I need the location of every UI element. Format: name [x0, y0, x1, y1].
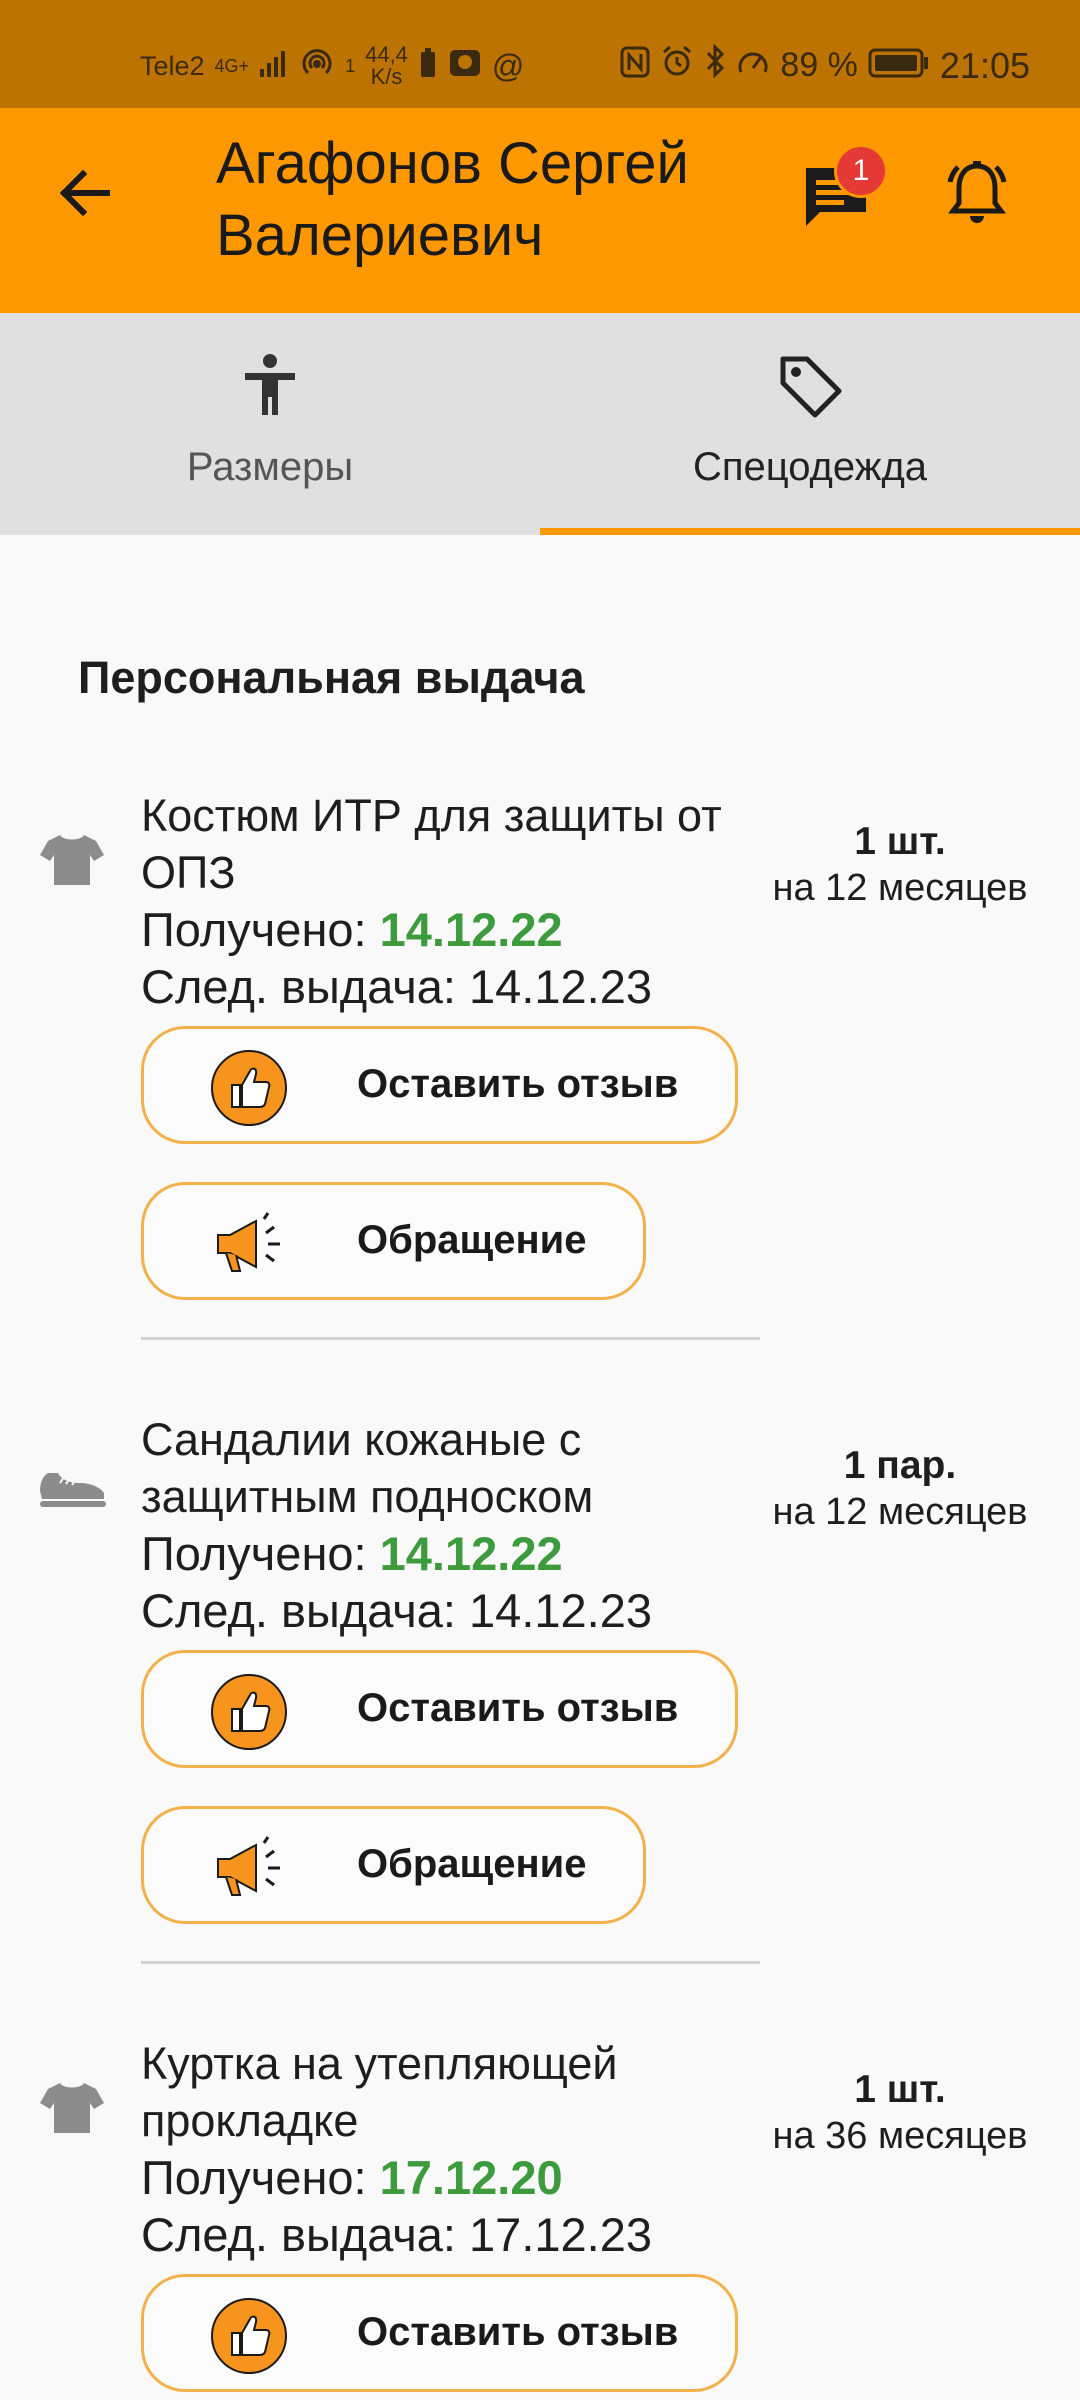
tab-indicator [540, 528, 1080, 535]
speed-unit: K/s [370, 64, 403, 89]
item-name: Сандалии кожаные с защитным подноском [141, 1414, 594, 1522]
next-issue-line: След. выдача: 14.12.23 [141, 1582, 652, 1639]
megaphone-icon [217, 1212, 280, 1272]
alarm-button[interactable] [942, 158, 1012, 230]
hotspot-icon [299, 46, 335, 87]
carrier-label: Tele2 [140, 50, 205, 81]
period: на 12 месяцев [772, 867, 1028, 909]
next-issue-date: 14.12.23 [469, 1584, 652, 1637]
appeal-button-label: Обращение [357, 1842, 587, 1886]
divider [141, 1961, 760, 1964]
received-line: Получено: 14.12.22 [141, 901, 563, 958]
thumbs-up-icon [211, 2298, 287, 2374]
arrow-left-icon [59, 169, 110, 217]
tag-icon [780, 356, 842, 418]
clock: 21:05 [939, 44, 1030, 86]
nfc-icon [620, 45, 650, 87]
tshirt-icon [40, 2083, 104, 2133]
speedometer-icon [736, 45, 770, 87]
battery-percent: 89 % [780, 46, 858, 84]
quantity-block: 1 шт. на 12 месяцев [740, 819, 1060, 911]
received-label: Получено: [141, 1527, 367, 1580]
back-button[interactable] [55, 163, 115, 223]
next-issue-line: След. выдача: 17.12.23 [141, 2206, 652, 2263]
review-button-label: Оставить отзыв [357, 1062, 679, 1106]
tshirt-icon [40, 835, 104, 885]
quantity: 1 шт. [854, 820, 946, 863]
next-issue-date: 17.12.23 [469, 2208, 652, 2261]
section-title: Персональная выдача [78, 652, 585, 703]
appeal-button[interactable]: Обращение [141, 1182, 646, 1300]
thumbs-up-icon [211, 1674, 287, 1750]
alarm-icon [660, 44, 694, 87]
next-issue-label: След. выдача: [141, 960, 456, 1013]
next-issue-line: След. выдача: 14.12.23 [141, 958, 652, 1015]
appeal-button-label: Обращение [357, 1218, 587, 1262]
signal-icon [259, 49, 289, 84]
review-button-label: Оставить отзыв [357, 1686, 679, 1730]
tab-bar: Размеры Спецодежда [0, 313, 1080, 535]
megaphone-icon [217, 1836, 280, 1896]
review-button[interactable]: Оставить отзыв [141, 2274, 738, 2392]
quantity: 1 пар. [843, 1444, 957, 1487]
received-date: 14.12.22 [379, 903, 563, 956]
battery-icon [868, 45, 930, 87]
app-bar: Агафонов Сергей Валериевич 1 [0, 108, 1080, 313]
bell-icon [947, 161, 1007, 223]
period: на 12 месяцев [772, 1491, 1028, 1533]
quantity: 1 шт. [854, 2068, 946, 2111]
tab-workwear[interactable]: Спецодежда [540, 313, 1080, 535]
period: на 36 месяцев [772, 2115, 1028, 2157]
received-label: Получено: [141, 2151, 367, 2204]
status-left: Tele2 4G+ 1 44,4 K/s @ [140, 44, 524, 88]
gallery-icon [448, 47, 482, 86]
received-line: Получено: 17.12.20 [141, 2149, 563, 2206]
received-date: 14.12.22 [379, 1527, 563, 1580]
tab-workwear-label: Спецодежда [692, 445, 928, 489]
network-type: 4G+ [214, 55, 250, 76]
hotspot-count: 1 [345, 55, 356, 76]
tab-sizes[interactable]: Размеры [0, 313, 540, 535]
appeal-button[interactable]: Обращение [141, 1806, 646, 1924]
quantity-block: 1 пар. на 12 месяцев [740, 1443, 1060, 1535]
page-title: Агафонов Сергей Валериевич [216, 131, 689, 268]
item-name: Костюм ИТР для защиты от ОПЗ [141, 790, 722, 898]
next-issue-date: 14.12.23 [469, 960, 652, 1013]
status-bar: Tele2 4G+ 1 44,4 K/s @ 89 % 21:05 [0, 0, 1080, 108]
review-button[interactable]: Оставить отзыв [141, 1650, 738, 1768]
received-date: 17.12.20 [379, 2151, 563, 2204]
item-name: Куртка на утепляющей прокладке [141, 2038, 618, 2146]
accessibility-icon [245, 354, 295, 415]
review-button[interactable]: Оставить отзыв [141, 1026, 738, 1144]
next-issue-label: След. выдача: [141, 2208, 456, 2261]
received-line: Получено: 14.12.22 [141, 1525, 563, 1582]
status-right: 89 % 21:05 [620, 43, 1030, 87]
sneaker-icon [40, 1473, 106, 1507]
messages-badge: 1 [834, 144, 888, 198]
at-sign-icon: @ [491, 47, 525, 84]
review-button-label: Оставить отзыв [357, 2310, 679, 2354]
divider [141, 1337, 760, 1340]
received-label: Получено: [141, 903, 367, 956]
battery-saver-icon [418, 47, 438, 86]
thumbs-up-icon [211, 1050, 287, 1126]
next-issue-label: След. выдача: [141, 1584, 456, 1637]
network-speed: 44,4 K/s [365, 44, 408, 88]
quantity-block: 1 шт. на 36 месяцев [740, 2067, 1060, 2159]
tab-sizes-label: Размеры [186, 445, 354, 489]
bluetooth-icon [704, 43, 726, 87]
